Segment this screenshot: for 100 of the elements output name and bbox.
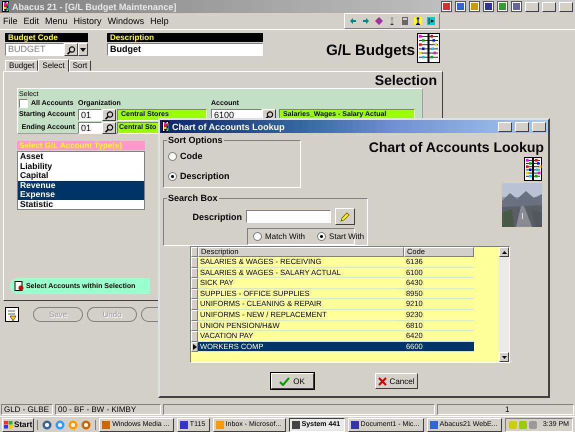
status-field: 00 - BF - BW - KIMBY	[55, 404, 161, 415]
abacus-icon	[524, 157, 542, 181]
list-item[interactable]: Expense	[18, 190, 144, 200]
ok-button[interactable]: OK	[270, 373, 314, 389]
menu-item[interactable]: Edit	[24, 16, 40, 26]
search-icon	[104, 122, 114, 132]
list-item[interactable]: Statistic	[18, 200, 144, 209]
calculator-icon[interactable]	[401, 17, 409, 25]
app-icon[interactable]	[511, 1, 522, 12]
document-icon	[5, 306, 19, 322]
dialog-title: Chart of Accounts Lookup	[172, 122, 285, 132]
cancel-button[interactable]: Cancel	[374, 373, 418, 389]
app-icon[interactable]	[455, 1, 466, 12]
window-title: Abacus 21 - [G/L Budget Maintenance]	[12, 2, 176, 12]
cross-icon	[378, 376, 387, 386]
organization-field[interactable]: 01	[78, 122, 102, 134]
arrow-left-icon[interactable]	[349, 17, 357, 25]
list-item[interactable]: Asset	[18, 152, 144, 162]
document-icon	[14, 281, 24, 291]
app-icon	[216, 420, 224, 428]
tab[interactable]: Sort	[68, 60, 92, 71]
search-field[interactable]	[246, 210, 331, 223]
menu-item[interactable]: Windows	[108, 16, 144, 26]
account-type-list[interactable]: Asset Liability Capital Revenue Expense Statistic	[17, 151, 145, 210]
check-icon	[279, 376, 290, 386]
app-icon[interactable]	[497, 1, 508, 12]
figure-icon[interactable]	[388, 17, 396, 25]
field-label: Description	[192, 212, 242, 222]
app-icon	[350, 420, 359, 428]
app-icon	[162, 121, 169, 132]
close-button[interactable]	[532, 122, 546, 132]
app-icon[interactable]	[469, 1, 480, 12]
section-title: Selection	[374, 73, 437, 88]
search-icon	[104, 110, 114, 120]
radio-label: Start With	[329, 232, 364, 241]
caret-icon	[80, 48, 86, 52]
menu-item[interactable]: Menu	[45, 16, 68, 26]
field-label: Budget Code	[5, 33, 88, 42]
radio-label: Match With	[265, 232, 306, 241]
radio-button[interactable]	[168, 152, 177, 160]
app-icon	[2, 1, 9, 12]
abacus-icon	[417, 33, 440, 63]
checkbox[interactable]	[19, 98, 28, 108]
pointer-icon	[192, 344, 196, 350]
budget-code-field[interactable]: BUDGET	[5, 43, 64, 56]
restore-button[interactable]	[542, 2, 556, 12]
dropdown-button[interactable]	[78, 43, 88, 56]
app-icon	[102, 420, 110, 428]
arrow-up-icon	[502, 250, 506, 254]
header-corner	[191, 247, 198, 257]
radio-button[interactable]	[168, 172, 177, 180]
organization-field[interactable]: 01	[78, 108, 102, 120]
search-button[interactable]	[64, 43, 78, 56]
edit-button[interactable]	[335, 208, 355, 225]
search-button[interactable]	[102, 108, 116, 120]
close-button[interactable]	[559, 2, 573, 12]
arrow-right-icon[interactable]	[362, 17, 370, 25]
start-button[interactable]: Start	[2, 418, 34, 432]
group-label: Sort Options	[167, 135, 224, 145]
windows-logo-icon	[4, 420, 13, 428]
arrow-down-icon	[502, 356, 506, 358]
menu-item[interactable]: Help	[150, 16, 169, 26]
app-icon	[430, 420, 438, 428]
browser-icon[interactable]	[55, 420, 66, 430]
media-player-icon[interactable]	[81, 420, 92, 430]
field-label: Description	[107, 33, 263, 42]
menu-item[interactable]: History	[74, 16, 102, 26]
restore-button[interactable]	[515, 122, 529, 132]
dialog-heading: Chart of Accounts Lookup	[368, 139, 544, 155]
desktop-icon[interactable]	[42, 420, 52, 430]
exit-icon[interactable]	[427, 17, 435, 25]
list-header: Select G/L Account Type(s)	[17, 141, 145, 150]
description-field[interactable]: Budget	[107, 43, 263, 56]
minimize-button[interactable]	[525, 2, 539, 12]
figure-icon[interactable]	[414, 17, 422, 25]
list-item[interactable]: Revenue	[18, 180, 144, 190]
app-icon[interactable]	[441, 1, 452, 12]
diamond-icon[interactable]	[375, 17, 383, 25]
search-icon	[66, 44, 76, 54]
app-icon	[292, 420, 300, 428]
radio-label: Description	[180, 171, 230, 181]
pencil-icon	[340, 212, 350, 222]
tab[interactable]: Budget	[5, 60, 38, 71]
menu-item[interactable]: File	[3, 16, 18, 26]
radio-button[interactable]	[253, 232, 262, 241]
status-field: GLD - GLBE	[1, 404, 53, 415]
row-selector[interactable]	[191, 342, 198, 352]
app-icon[interactable]	[483, 1, 494, 12]
minimize-button[interactable]	[498, 122, 512, 132]
tab[interactable]: Select	[38, 59, 69, 72]
radio-button[interactable]	[317, 232, 326, 241]
scrollbar[interactable]	[499, 247, 509, 362]
search-button[interactable]	[102, 122, 116, 134]
app-title: G/L Budgets	[326, 42, 415, 59]
list-item[interactable]: Liability	[18, 162, 144, 171]
list-item[interactable]: Capital	[18, 171, 144, 180]
app-icon	[180, 420, 188, 428]
status-field: 1	[437, 404, 574, 415]
group-label: Search Box	[167, 193, 219, 203]
radio-label: Code	[180, 151, 202, 161]
